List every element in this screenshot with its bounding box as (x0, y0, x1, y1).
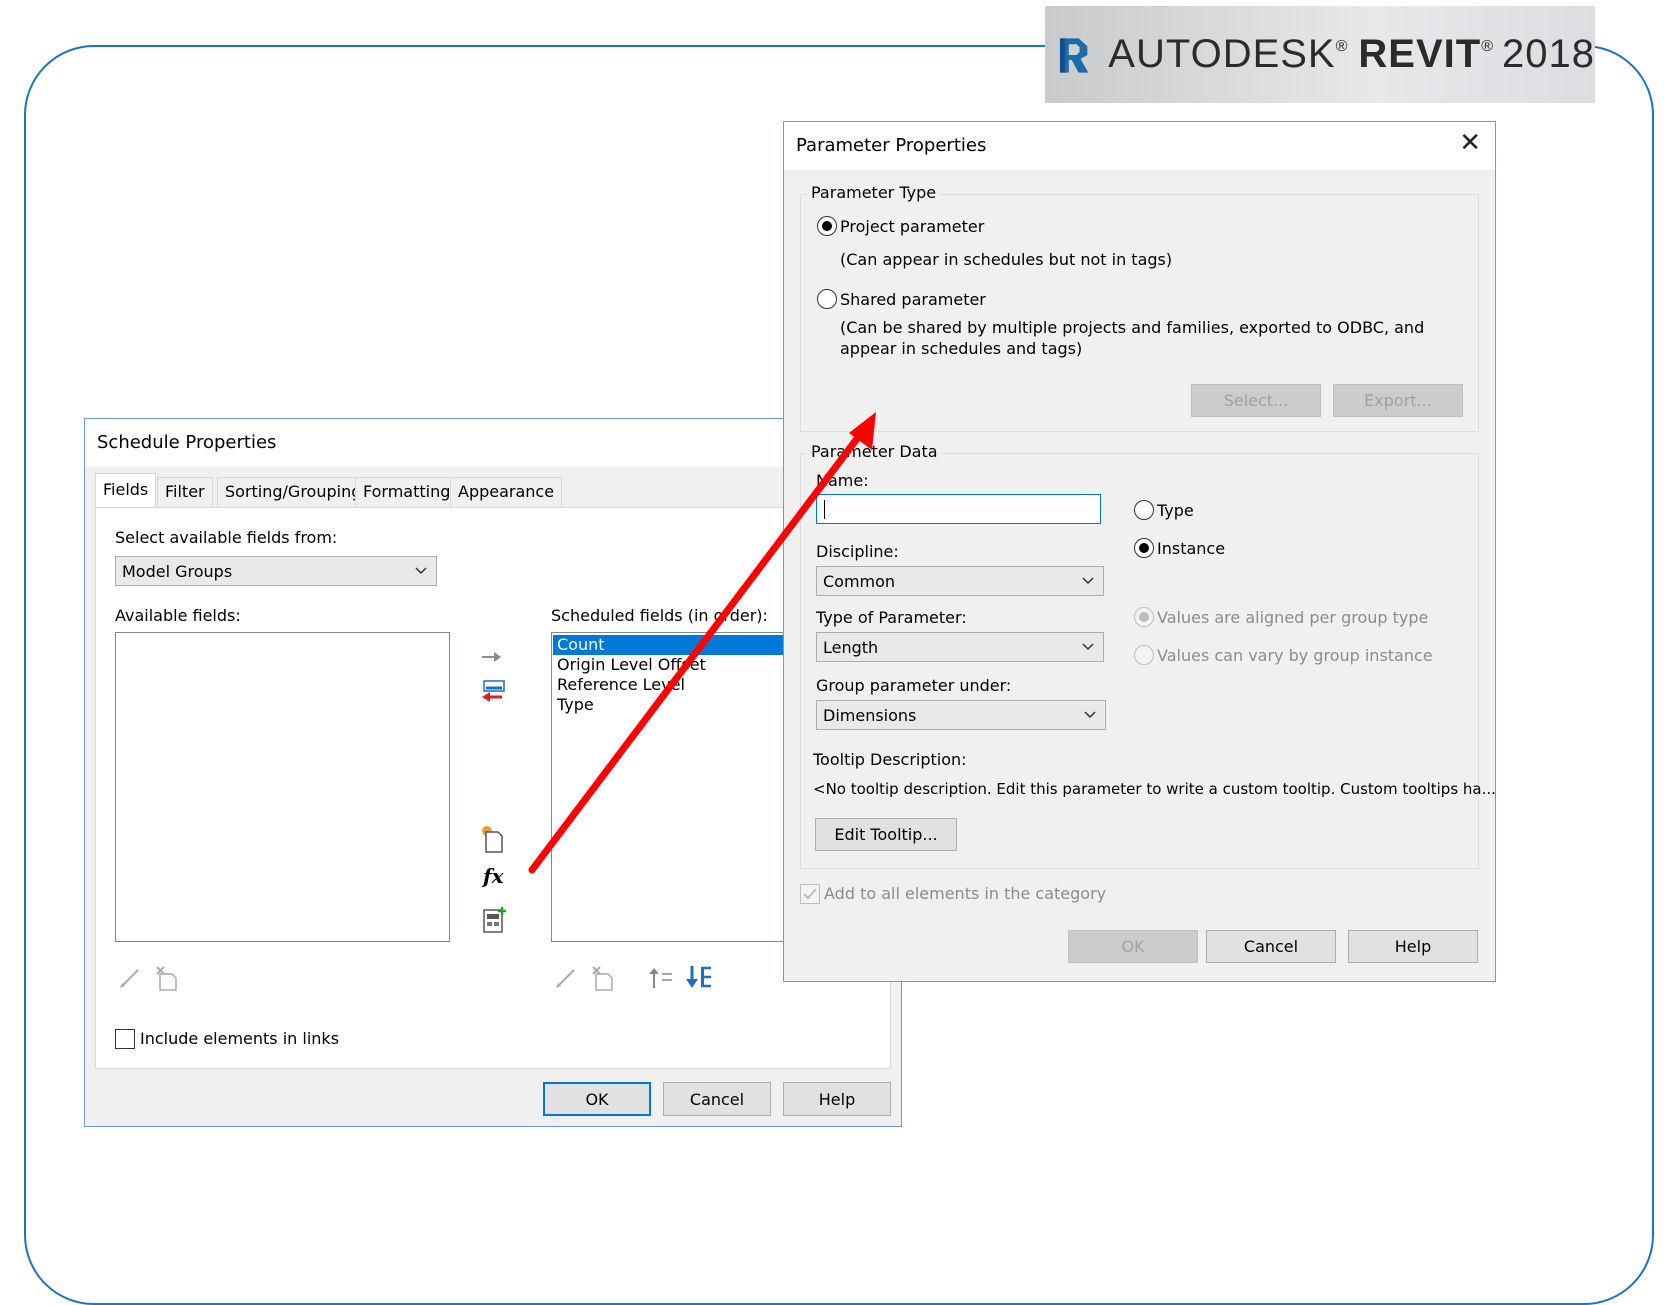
annotation-arrow (528, 412, 876, 874)
